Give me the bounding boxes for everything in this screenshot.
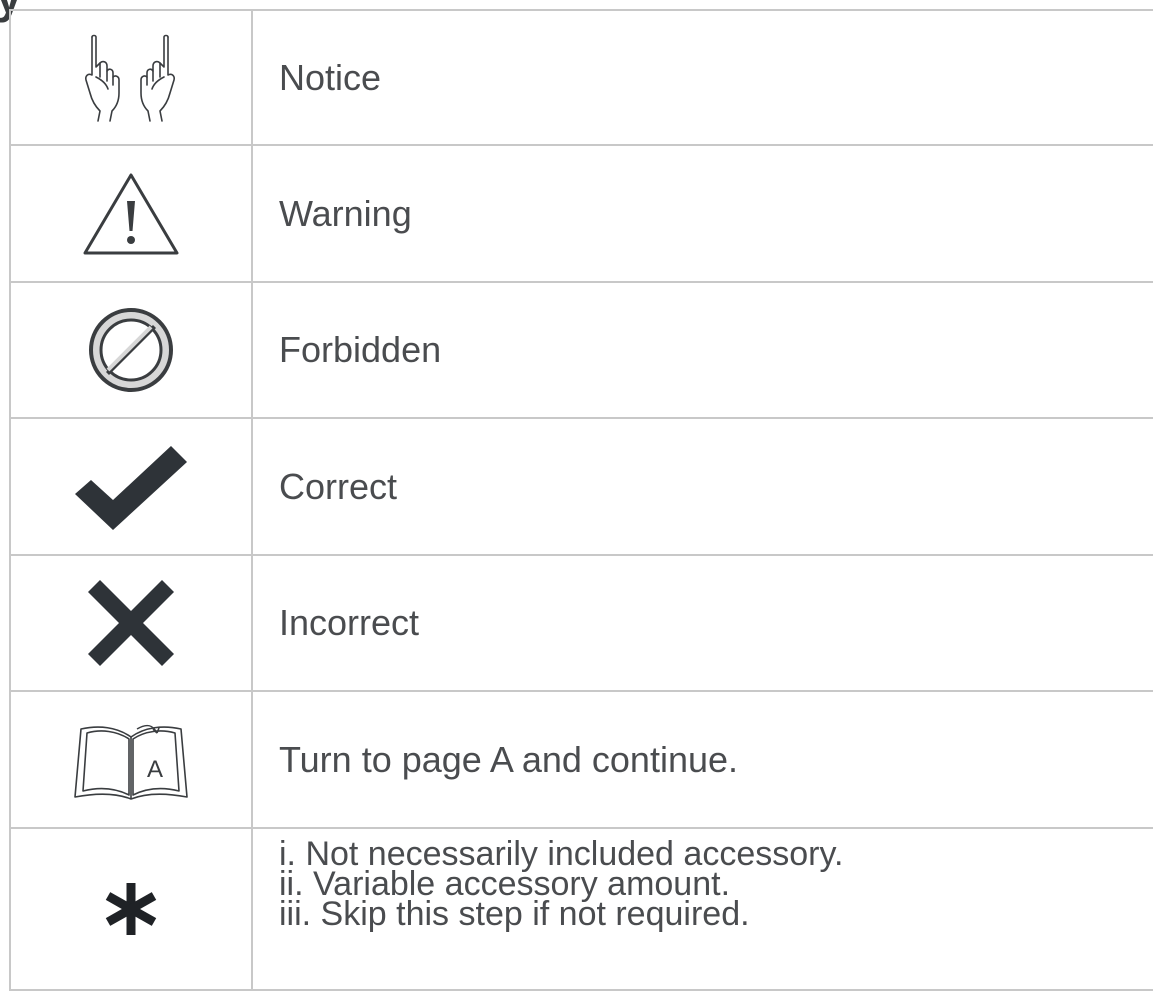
table-row: Incorrect <box>9 554 1153 692</box>
checkmark-icon <box>11 442 251 532</box>
legend-label: Turn to page A and continue. <box>251 690 1153 829</box>
table-row: Forbidden <box>9 281 1153 419</box>
legend-label: Notice <box>251 9 1153 146</box>
page-letter: A <box>147 756 163 783</box>
icon-cell <box>9 827 253 991</box>
legend-label: Warning <box>251 144 1153 283</box>
table-row: A Turn to page A and continue. <box>9 690 1153 829</box>
legend-label: Correct <box>251 417 1153 556</box>
table-row: i. Not necessarily included accessory. i… <box>9 827 1153 991</box>
icon-cell: A <box>9 690 253 829</box>
icon-cell <box>9 417 253 556</box>
table-row: Correct <box>9 417 1153 556</box>
legend-label: Forbidden <box>251 281 1153 419</box>
note-line: iii. Skip this step if not required. <box>279 895 750 933</box>
icon-cell <box>9 9 253 146</box>
table-row: Notice <box>9 9 1153 146</box>
icon-cell <box>9 281 253 419</box>
legend-label: Incorrect <box>251 554 1153 692</box>
symbol-legend-table: Notice Warning Forbidden Correct Incorre… <box>9 9 1153 991</box>
cross-icon <box>11 578 251 668</box>
table-row: Warning <box>9 144 1153 283</box>
legend-label-list: i. Not necessarily included accessory. i… <box>251 827 1153 991</box>
asterisk-icon <box>11 879 251 939</box>
hands-pointing-up-icon <box>11 33 251 123</box>
icon-cell <box>9 144 253 283</box>
open-book-icon: A <box>11 715 251 805</box>
forbidden-icon <box>11 305 251 395</box>
icon-cell <box>9 554 253 692</box>
warning-triangle-icon <box>11 169 251 259</box>
